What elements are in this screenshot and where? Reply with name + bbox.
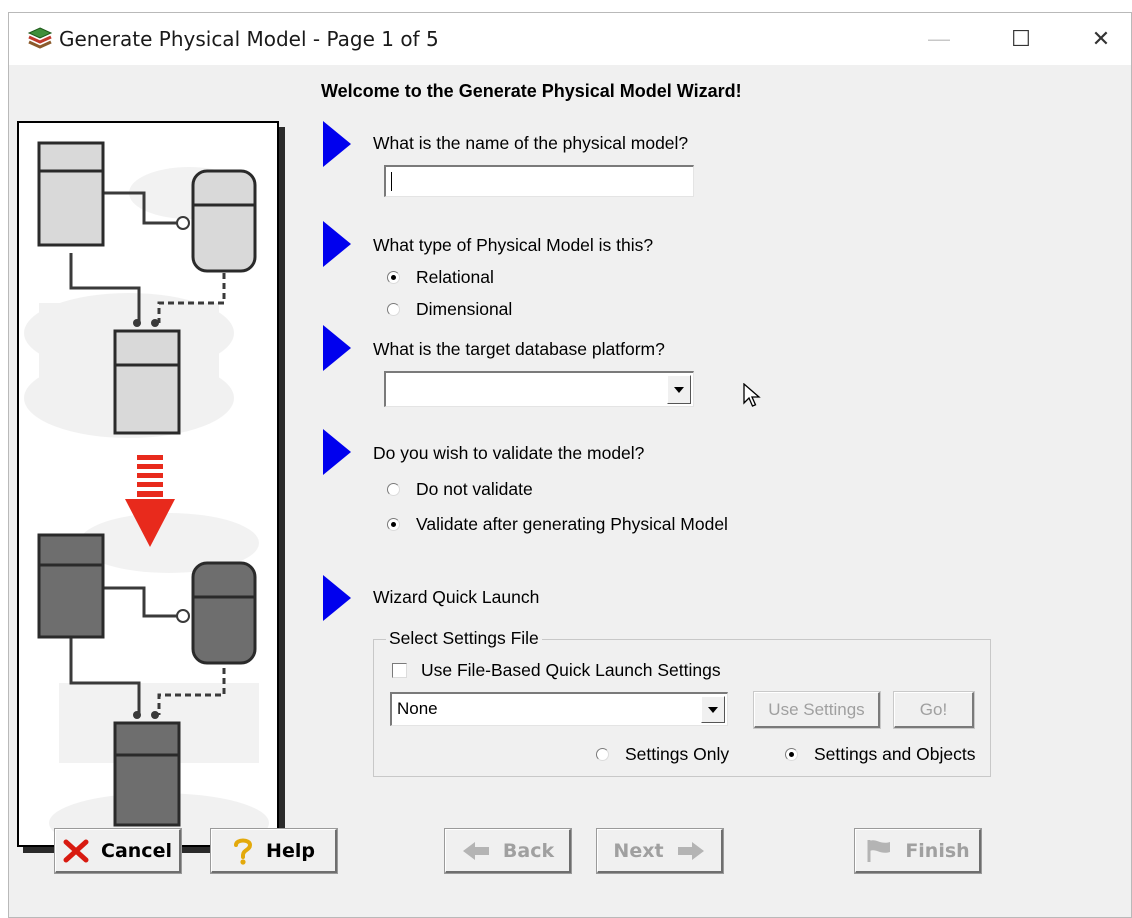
use-settings-button[interactable]: Use Settings <box>753 691 881 729</box>
checkbox-square[interactable] <box>392 663 407 678</box>
radio-validate-after-label: Validate after generating Physical Model <box>416 514 728 534</box>
pointer-arrow-icon <box>323 325 351 371</box>
help-label: Help <box>266 839 315 862</box>
cancel-label: Cancel <box>101 839 172 862</box>
next-button[interactable]: Next <box>596 828 724 874</box>
pointer-arrow-icon <box>323 429 351 475</box>
physical-table <box>113 721 181 827</box>
use-file-based-checkbox[interactable]: Use File-Based Quick Launch Settings <box>392 660 721 681</box>
pointer-arrow-icon <box>323 121 351 167</box>
model-type-question: What type of Physical Model is this? <box>373 235 654 255</box>
logical-entity <box>37 141 105 247</box>
model-name-question: What is the name of the physical model? <box>373 133 689 153</box>
layers-icon <box>27 27 53 49</box>
window-title: Generate Physical Model - Page 1 of 5 <box>59 27 439 51</box>
mouse-pointer-icon <box>743 383 761 407</box>
platform-dropdown[interactable] <box>384 371 694 407</box>
radio-button-checked[interactable] <box>387 518 400 531</box>
cancel-button[interactable]: Cancel <box>54 828 182 874</box>
minimize-button[interactable]: — <box>909 13 969 65</box>
next-label: Next <box>613 839 664 862</box>
logical-entity <box>113 329 181 435</box>
close-button[interactable]: ✕ <box>1071 13 1131 65</box>
model-name-input[interactable] <box>384 165 694 197</box>
radio-button-checked[interactable] <box>785 748 798 761</box>
dropdown-arrow-icon[interactable] <box>667 375 691 404</box>
dropdown-arrow-icon[interactable] <box>701 696 725 723</box>
radio-dimensional-label: Dimensional <box>416 299 513 319</box>
left-arrow-icon <box>462 841 489 860</box>
settings-file-value: None <box>397 699 438 718</box>
radio-relational[interactable]: Relational <box>387 267 494 288</box>
maximize-button[interactable]: ☐ <box>991 13 1051 65</box>
welcome-heading: Welcome to the Generate Physical Model W… <box>321 81 742 101</box>
logical-to-physical-diagram <box>24 141 269 845</box>
physical-table <box>37 533 105 639</box>
validate-question: Do you wish to validate the model? <box>373 443 645 463</box>
back-label: Back <box>502 839 555 862</box>
radio-settings-and-objects[interactable]: Settings and Objects <box>785 744 975 765</box>
red-x-icon <box>63 839 89 862</box>
radio-settings-only[interactable]: Settings Only <box>596 744 729 765</box>
radio-dimensional[interactable]: Dimensional <box>387 299 512 320</box>
radio-relational-label: Relational <box>416 267 494 287</box>
quick-launch-label: Wizard Quick Launch <box>373 587 540 607</box>
use-file-based-label: Use File-Based Quick Launch Settings <box>421 660 721 680</box>
pointer-arrow-icon <box>323 575 351 621</box>
radio-settings-only-label: Settings Only <box>625 744 730 764</box>
radio-button[interactable] <box>596 748 609 761</box>
title-bar: Generate Physical Model - Page 1 of 5 — … <box>9 13 1131 65</box>
settings-file-dropdown[interactable]: None <box>390 692 728 726</box>
logical-entity <box>191 169 257 273</box>
finish-label: Finish <box>905 839 970 862</box>
platform-question: What is the target database platform? <box>373 339 665 359</box>
go-button[interactable]: Go! <box>893 691 975 729</box>
finish-button[interactable]: Finish <box>854 828 982 874</box>
radio-do-not-validate-label: Do not validate <box>416 479 533 499</box>
radio-button[interactable] <box>387 483 400 496</box>
radio-button-checked[interactable] <box>387 271 400 284</box>
wizard-content: Welcome to the Generate Physical Model W… <box>9 65 1131 918</box>
text-caret <box>391 172 392 191</box>
flag-icon <box>867 839 891 862</box>
back-button[interactable]: Back <box>444 828 572 874</box>
wizard-window: Generate Physical Model - Page 1 of 5 — … <box>8 12 1132 918</box>
question-mark-icon <box>234 838 253 865</box>
help-button[interactable]: Help <box>210 828 338 874</box>
pointer-arrow-icon <box>323 221 351 267</box>
wizard-illustration <box>17 121 279 847</box>
select-settings-group: Select Settings File Use File-Based Quic… <box>373 628 991 777</box>
radio-button[interactable] <box>387 303 400 316</box>
select-settings-legend: Select Settings File <box>386 628 542 649</box>
radio-settings-and-objects-label: Settings and Objects <box>814 744 976 764</box>
radio-validate-after[interactable]: Validate after generating Physical Model <box>387 514 728 535</box>
physical-table <box>191 561 257 665</box>
right-arrow-icon <box>677 841 704 860</box>
radio-do-not-validate[interactable]: Do not validate <box>387 479 533 500</box>
